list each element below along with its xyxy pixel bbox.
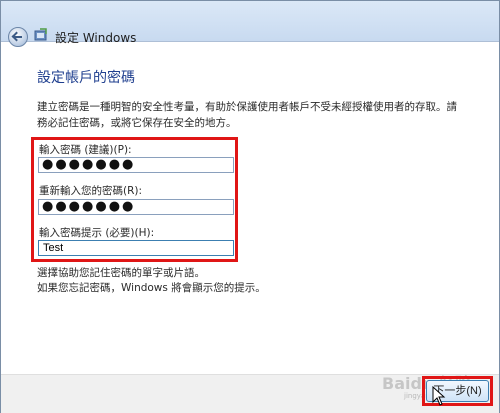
mouse-cursor-icon (432, 386, 446, 406)
password-hint-label: 輸入密碼提示 (必要)(H): (39, 227, 155, 239)
hint-help-line-1: 選擇協助您記住密碼的單字或片語。 (37, 267, 205, 279)
password-value: ●●●●●●● (42, 157, 136, 172)
hint-help-line-2: 如果您忘記密碼，Windows 將會顯示您的提示。 (37, 282, 266, 294)
password-hint-input[interactable] (39, 241, 233, 255)
password-label: 輸入密碼 (建議)(P): (39, 144, 132, 156)
window-title: 設定 Windows (55, 31, 137, 45)
windows-setup-icon (34, 28, 47, 41)
page-heading: 設定帳戶的密碼 (37, 70, 135, 86)
password-hint-field[interactable] (38, 240, 234, 256)
password-field[interactable]: ●●●●●●● (38, 157, 234, 173)
confirm-password-label: 重新輸入您的密碼(R): (39, 185, 143, 197)
back-arrow-icon[interactable] (8, 27, 28, 47)
confirm-password-value: ●●●●●●● (42, 199, 136, 214)
hint-help-text: 選擇協助您記住密碼的單字或片語。 如果您忘記密碼，Windows 將會顯示您的提… (37, 266, 266, 296)
page-description: 建立密碼是一種明智的安全性考量，有助於保護使用者帳戶不受未經授權使用者的存取。請… (37, 101, 457, 129)
confirm-password-field[interactable]: ●●●●●●● (38, 199, 234, 215)
